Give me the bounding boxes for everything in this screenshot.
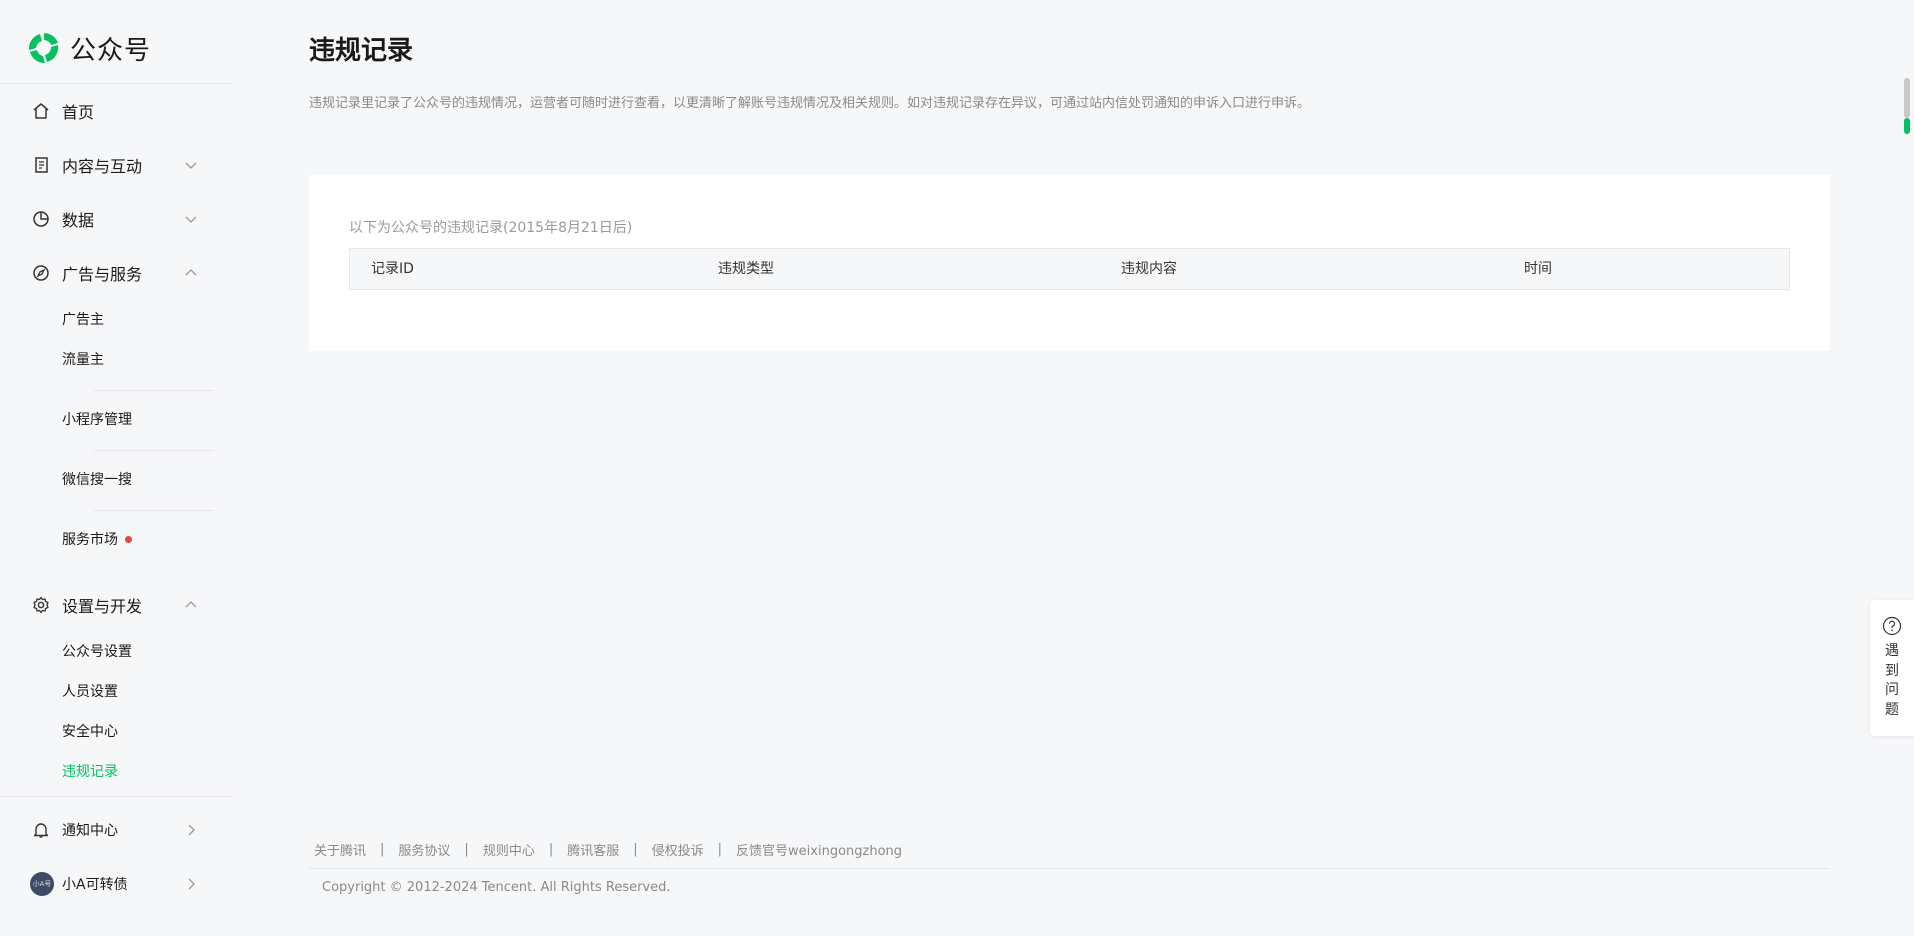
nav-settings[interactable]: 设置与开发: [0, 578, 232, 632]
help-widget[interactable]: 遇 到 问 题: [1870, 600, 1914, 736]
help-label-char: 遇: [1885, 643, 1899, 659]
table-header: 记录ID 违规类型 违规内容 时间: [349, 248, 1790, 290]
document-icon: [30, 154, 52, 176]
footer-link-infringement[interactable]: 侵权投诉: [652, 840, 704, 859]
copyright: Copyright © 2012-2024 Tencent. All Right…: [322, 880, 671, 895]
help-label-char: 题: [1885, 701, 1899, 718]
sidebar-item-service-market-label: 服务市场: [62, 532, 118, 548]
footer-separator: |: [380, 842, 385, 857]
sidebar-item-staff-settings[interactable]: 人员设置: [62, 682, 118, 702]
nav-home[interactable]: 首页: [0, 84, 232, 138]
home-icon: [30, 100, 52, 122]
sidebar-divider: [94, 390, 214, 391]
footer-separator: |: [464, 842, 469, 857]
nav-content-label: 内容与互动: [62, 157, 143, 176]
chevron-down-icon: [185, 216, 197, 223]
brand-name: 公众号: [70, 35, 152, 66]
nav-content[interactable]: 内容与互动: [0, 138, 232, 192]
page-title: 违规记录: [309, 36, 414, 66]
footer-divider: [309, 868, 1830, 869]
help-label-char: 问: [1885, 682, 1899, 698]
footer-link-service-agreement[interactable]: 服务协议: [398, 840, 450, 859]
scrollbar-thumb[interactable]: [1904, 78, 1910, 118]
sidebar-divider: [94, 510, 214, 511]
footer-link-about[interactable]: 关于腾讯: [314, 840, 366, 859]
bell-icon: [30, 819, 52, 841]
scrollbar-accent: [1904, 118, 1910, 134]
nav-account[interactable]: 小A号 小A可转债: [0, 857, 232, 911]
sidebar-item-wechat-search[interactable]: 微信搜一搜: [62, 470, 132, 490]
footer-separator: |: [633, 842, 638, 857]
avatar: 小A号: [30, 872, 54, 896]
chevron-right-icon: [188, 878, 195, 890]
column-header-time: 时间: [1524, 261, 1552, 277]
footer-separator: |: [717, 842, 723, 857]
sidebar-item-advertiser[interactable]: 广告主: [62, 310, 104, 330]
footer-link-customer-service[interactable]: 腾讯客服: [567, 840, 619, 859]
chevron-right-icon: [188, 824, 195, 836]
page-description: 违规记录里记录了公众号的违规情况，运营者可随时进行查看，以更清晰了解账号违规情况…: [309, 96, 1311, 111]
question-circle-icon: [1882, 616, 1902, 636]
sidebar: 公众号 首页 内容与互动 数据 广告与服务 广告主 流量主 小程序管理 微信搜一…: [0, 0, 232, 936]
chevron-up-icon: [185, 601, 197, 608]
footer-link-feedback[interactable]: 反馈官号weixingongzhong: [736, 840, 902, 859]
nav-settings-label: 设置与开发: [62, 597, 143, 616]
column-header-record-id: 记录ID: [371, 261, 414, 277]
sidebar-item-security-center[interactable]: 安全中心: [62, 722, 118, 742]
records-caption: 以下为公众号的违规记录(2015年8月21日后): [349, 220, 633, 236]
footer-links: 关于腾讯 | 服务协议 | 规则中心 | 腾讯客服 | 侵权投诉 | 反馈官号w…: [314, 840, 902, 859]
scrollbar[interactable]: [1904, 78, 1910, 138]
help-label-char: 到: [1885, 662, 1899, 679]
help-label: 遇 到 问 题: [1870, 642, 1914, 720]
chevron-up-icon: [185, 269, 197, 276]
sidebar-divider: [94, 450, 214, 451]
nav-data-label: 数据: [62, 211, 95, 230]
wechat-mp-logo-icon: [28, 33, 59, 64]
gear-icon: [30, 594, 52, 616]
nav-data[interactable]: 数据: [0, 192, 232, 246]
compass-icon: [30, 262, 52, 284]
nav-ads-label: 广告与服务: [62, 265, 143, 284]
notification-dot: [125, 535, 132, 543]
nav-ads[interactable]: 广告与服务: [0, 246, 232, 300]
sidebar-item-service-market[interactable]: 服务市场: [62, 530, 132, 550]
records-card: 以下为公众号的违规记录(2015年8月21日后) 记录ID 违规类型 违规内容 …: [309, 175, 1830, 351]
nav-notifications-label: 通知中心: [62, 823, 118, 839]
nav-home-label: 首页: [62, 103, 95, 122]
footer-separator: |: [548, 842, 554, 857]
nav-notifications[interactable]: 通知中心: [0, 803, 232, 857]
account-name: 小A可转债: [62, 877, 128, 893]
column-header-violation-type: 违规类型: [718, 261, 774, 277]
sidebar-item-publisher[interactable]: 流量主: [62, 350, 104, 370]
footer-link-rules-center[interactable]: 规则中心: [483, 840, 535, 859]
chevron-down-icon: [185, 162, 197, 169]
sidebar-item-account-settings[interactable]: 公众号设置: [62, 642, 132, 662]
sidebar-divider: [0, 796, 232, 797]
sidebar-item-mini-program[interactable]: 小程序管理: [62, 410, 132, 430]
column-header-violation-content: 违规内容: [1121, 261, 1177, 277]
logo[interactable]: 公众号: [26, 30, 151, 66]
sidebar-item-violation-records[interactable]: 违规记录: [62, 762, 118, 782]
pie-chart-icon: [30, 208, 52, 230]
